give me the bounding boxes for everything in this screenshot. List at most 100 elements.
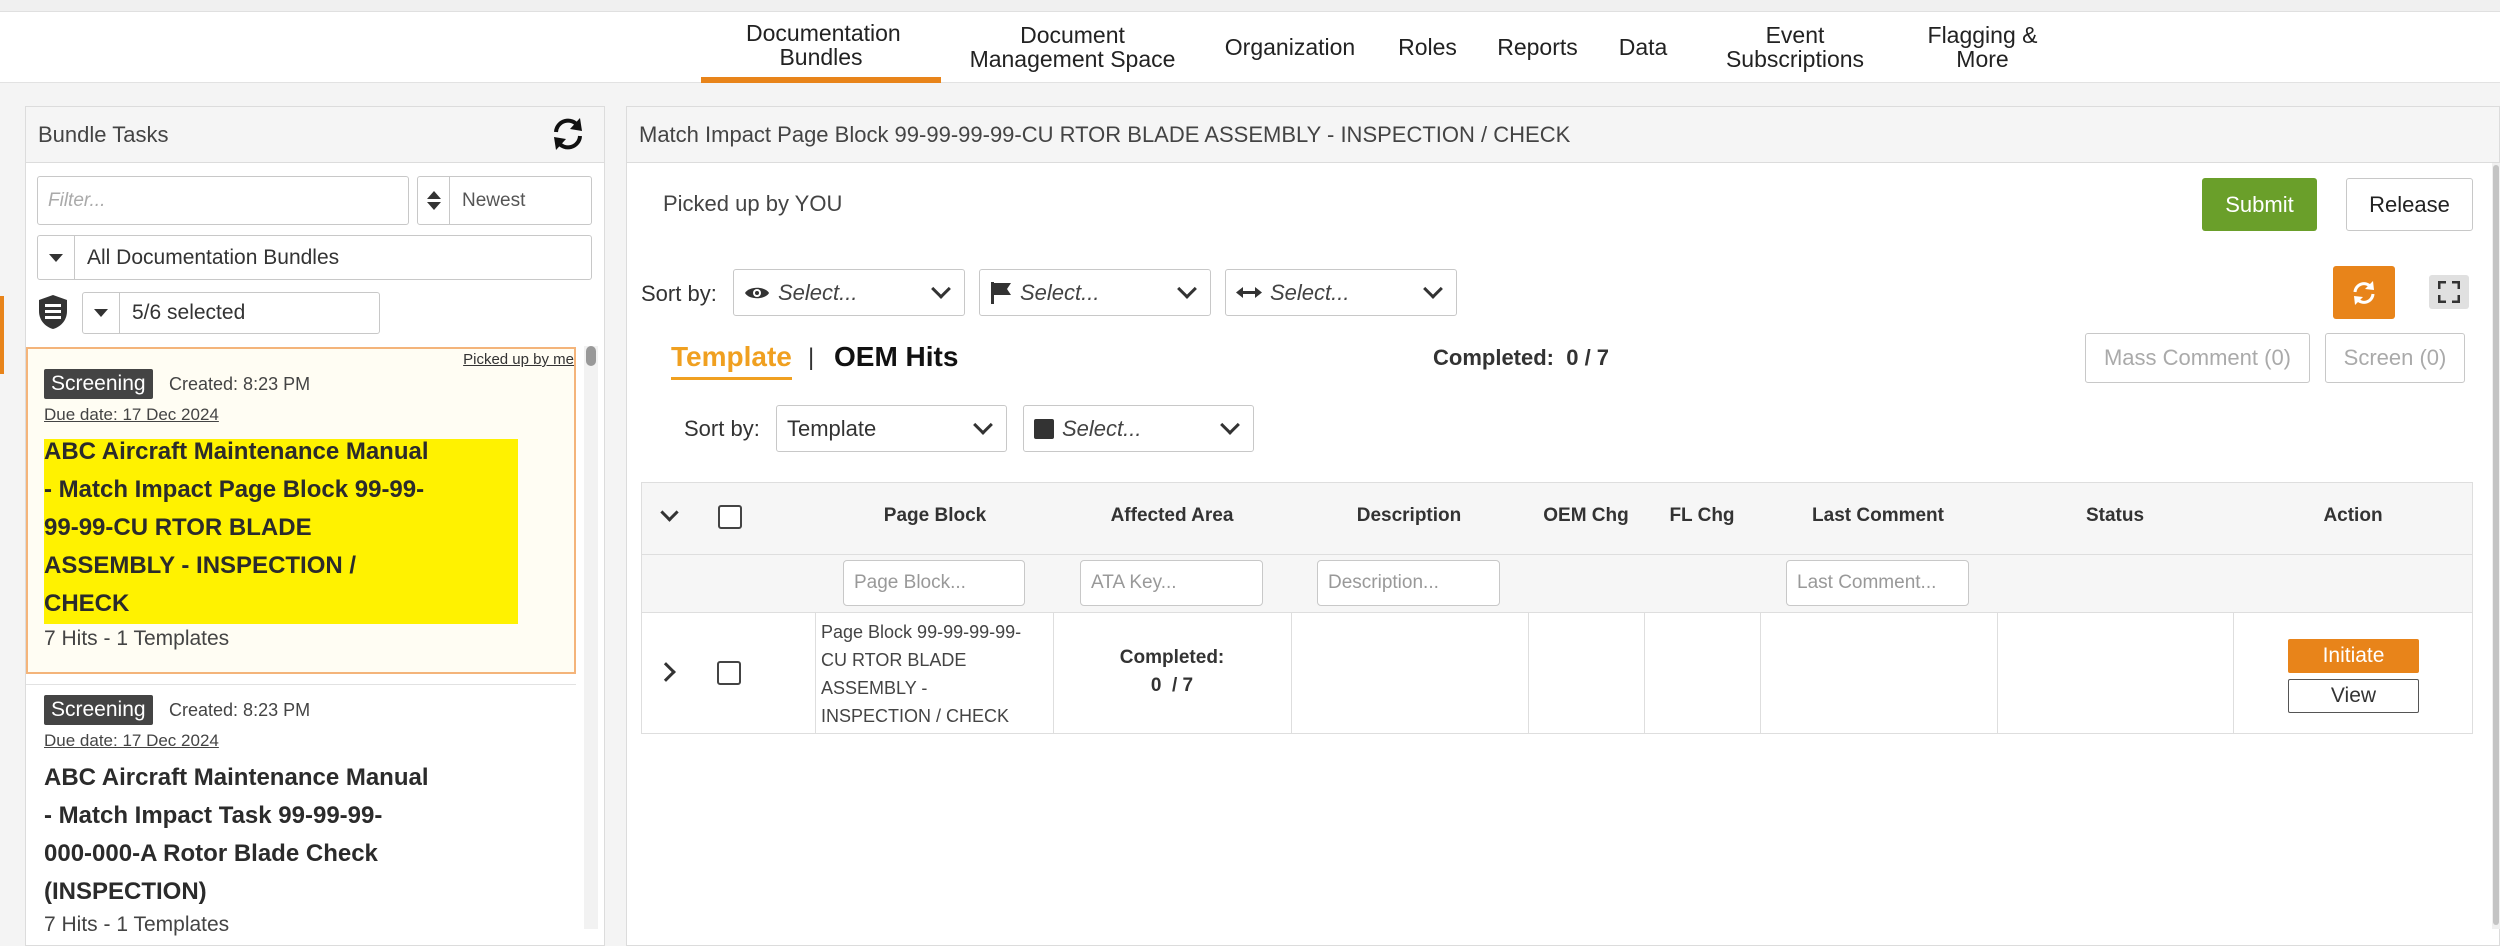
filter-placeholder: Page Block...: [854, 572, 966, 593]
ata-key-filter[interactable]: ATA Key...: [1080, 560, 1263, 606]
title-line: ABC Aircraft Maintenance Manual: [44, 438, 429, 465]
due-date: Due date: 17 Dec 2024: [44, 405, 219, 424]
title-line: ABC Aircraft Maintenance Manual: [44, 764, 429, 791]
cell-line: CU RTOR BLADE: [821, 650, 967, 670]
tab-template[interactable]: Template: [671, 341, 792, 380]
title-line: CHECK: [44, 590, 130, 617]
title-line: - Match Impact Page Block 99-99-: [44, 476, 425, 503]
task-title[interactable]: ABC Aircraft Maintenance Manual - Match …: [44, 759, 524, 911]
eye-icon: [745, 287, 769, 298]
fullscreen-icon: [2438, 281, 2460, 303]
nav-document-management-space[interactable]: Document Management Space: [960, 12, 1185, 82]
picked-up-link[interactable]: Picked up by me: [463, 351, 574, 368]
initiate-button[interactable]: Initiate: [2288, 639, 2419, 673]
status-multiselect[interactable]: 5/6 selected: [82, 292, 380, 334]
filter-placeholder: Filter...: [48, 189, 106, 211]
nav-label: Flagging & More: [1927, 22, 2038, 72]
task-card[interactable]: Screening Created: 8:23 PM Due date: 17 …: [26, 684, 576, 936]
hits-count: 7 Hits - 1 Templates: [44, 913, 230, 936]
template-sort-select[interactable]: Template: [776, 405, 1007, 452]
column-last-comment[interactable]: Last Comment: [1760, 505, 1996, 527]
select-placeholder: Select...: [1020, 279, 1100, 305]
arrows-horizontal-icon: [1236, 286, 1262, 298]
description-filter[interactable]: Description...: [1317, 560, 1500, 606]
nav-flagging-more[interactable]: Flagging & More: [1910, 12, 2055, 82]
status-multiselect-value: 5/6 selected: [132, 301, 246, 324]
tab-oem-hits[interactable]: OEM Hits: [834, 341, 958, 373]
sort-updown-icon: [418, 177, 450, 224]
column-oem-chg[interactable]: OEM Chg: [1528, 505, 1644, 527]
sync-button[interactable]: [2333, 266, 2395, 319]
nav-label: Document Management Space: [969, 22, 1176, 72]
scrollbar-thumb[interactable]: [586, 346, 596, 366]
visibility-sort-select[interactable]: Select...: [733, 269, 965, 316]
title-line: ASSEMBLY - INSPECTION /: [44, 552, 357, 579]
row-divider: [2233, 612, 2234, 734]
nav-reports[interactable]: Reports: [1490, 12, 1585, 82]
nav-event-subscriptions[interactable]: Event Subscriptions: [1705, 12, 1885, 82]
title-line: (INSPECTION): [44, 878, 207, 905]
submit-button[interactable]: Submit: [2202, 178, 2317, 231]
cell-line: ASSEMBLY -: [821, 678, 928, 698]
release-button[interactable]: Release: [2346, 178, 2473, 231]
direction-sort-select[interactable]: Select...: [1225, 269, 1457, 316]
row-divider: [1760, 612, 1761, 734]
main-scrollbar[interactable]: [2492, 163, 2500, 929]
completed-summary: Completed: 0 / 7: [1433, 345, 1610, 370]
cell-line: Page Block 99-99-99-99-: [821, 622, 1022, 642]
nav-documentation-bundles[interactable]: Documentation Bundles: [701, 12, 941, 83]
sidebar-indicator: [0, 296, 4, 374]
square-sort-select[interactable]: Select...: [1023, 405, 1254, 452]
select-placeholder: Select...: [778, 279, 858, 305]
cell-line: INSPECTION / CHECK: [821, 706, 1010, 726]
row-divider: [1291, 612, 1292, 734]
column-description[interactable]: Description: [1291, 505, 1527, 527]
bundle-tasks-header: Bundle Tasks: [26, 107, 604, 163]
row-checkbox[interactable]: [717, 661, 741, 685]
nav-data[interactable]: Data: [1608, 12, 1678, 82]
task-detail-title: Match Impact Page Block 99-99-99-99-CU R…: [639, 121, 1571, 147]
nav-label: Event Subscriptions: [1725, 22, 1865, 72]
nav-organization[interactable]: Organization: [1215, 12, 1365, 82]
row-affected-area: Completed: 0 / 7: [1053, 644, 1291, 700]
bundle-select[interactable]: All Documentation Bundles: [37, 235, 592, 280]
task-card-selected[interactable]: Picked up by me Screening Created: 8:23 …: [26, 347, 576, 674]
view-button[interactable]: View: [2288, 679, 2419, 713]
column-status[interactable]: Status: [1997, 505, 2233, 527]
column-page-block[interactable]: Page Block: [815, 505, 1055, 527]
filter-placeholder: Last Comment...: [1797, 572, 1937, 593]
page-block-filter[interactable]: Page Block...: [843, 560, 1025, 606]
screen-button[interactable]: Screen (0): [2325, 333, 2465, 383]
task-title[interactable]: ABC Aircraft Maintenance Manual - Match …: [44, 433, 524, 623]
task-list-scrollbar[interactable]: [584, 346, 598, 929]
select-all-checkbox[interactable]: [718, 505, 742, 529]
select-placeholder: Select...: [1270, 279, 1350, 305]
shield-icon: [37, 294, 69, 330]
fullscreen-button[interactable]: [2429, 275, 2469, 309]
tab-separator: |: [808, 344, 815, 371]
sort-label: Sort by:: [641, 281, 717, 306]
column-affected-area[interactable]: Affected Area: [1053, 505, 1291, 527]
mass-comment-button[interactable]: Mass Comment (0): [2085, 333, 2310, 383]
task-meta: Screening Created: 8:23 PM: [44, 695, 310, 725]
sort-order-select[interactable]: Newest: [417, 176, 592, 225]
flag-sort-select[interactable]: Select...: [979, 269, 1211, 316]
scrollbar-thumb[interactable]: [2493, 165, 2499, 925]
title-line: 99-99-CU RTOR BLADE: [44, 514, 312, 541]
row-page-block: Page Block 99-99-99-99- CU RTOR BLADE AS…: [821, 618, 1053, 730]
select-placeholder: Select...: [1062, 415, 1142, 441]
row-divider: [1997, 612, 1998, 734]
nav-label: Organization: [1224, 34, 1356, 60]
browser-strip: [0, 0, 2500, 12]
refresh-icon[interactable]: [548, 114, 588, 154]
task-detail-header: Match Impact Page Block 99-99-99-99-CU R…: [627, 107, 2499, 163]
nav-roles[interactable]: Roles: [1390, 12, 1465, 82]
nav-label: Reports: [1497, 34, 1578, 60]
sort-label-secondary: Sort by:: [684, 416, 760, 441]
flag-icon: [991, 281, 1011, 304]
nav-label: Roles: [1398, 34, 1457, 60]
task-filter-input[interactable]: Filter...: [37, 176, 409, 225]
nav-label: Data: [1618, 34, 1668, 60]
column-fl-chg[interactable]: FL Chg: [1644, 505, 1760, 527]
last-comment-filter[interactable]: Last Comment...: [1786, 560, 1969, 606]
